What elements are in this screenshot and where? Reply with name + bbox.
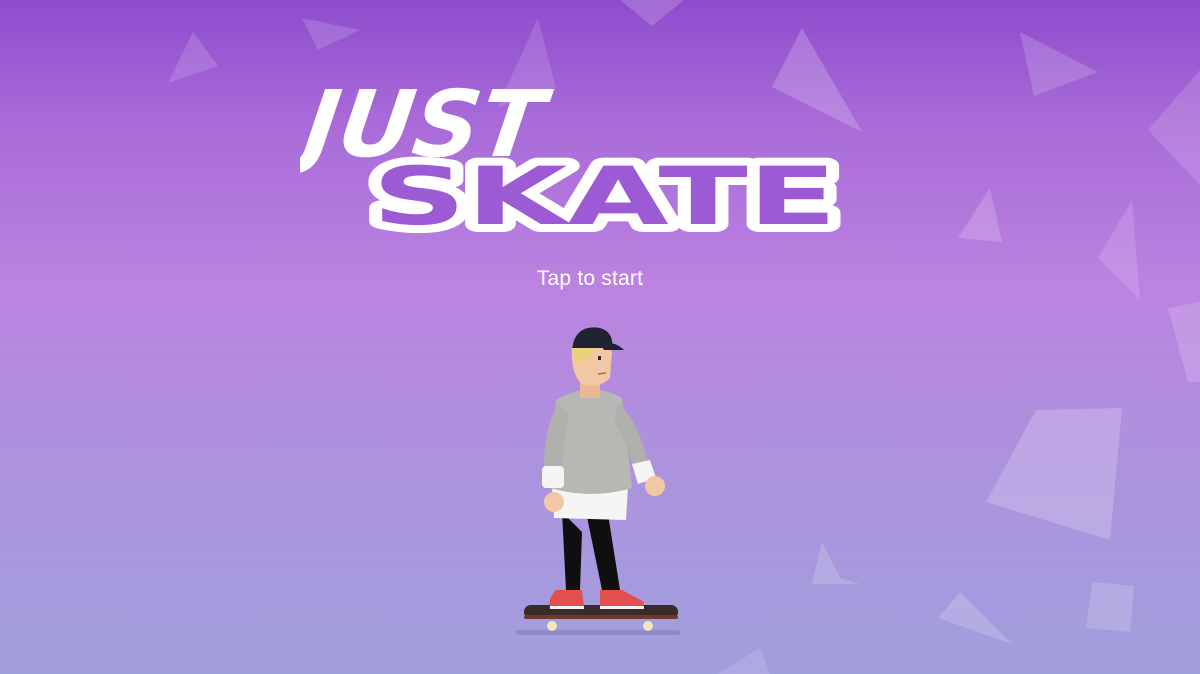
polygon-shard-icon xyxy=(1020,32,1098,96)
polygon-shard-icon xyxy=(1098,200,1140,300)
polygon-shard-icon xyxy=(1086,582,1134,632)
polygon-shard-icon xyxy=(986,408,1122,540)
shoe-right xyxy=(600,590,644,608)
board-shadow xyxy=(516,630,680,635)
pants-right-leg xyxy=(586,512,620,590)
cap-brim xyxy=(600,342,624,350)
polygon-shard-icon xyxy=(812,542,860,584)
polygon-shard-icon xyxy=(958,188,1002,242)
polygon-shard-icon xyxy=(168,32,218,83)
polygon-shard-icon xyxy=(938,592,1012,644)
logo-line-skate: SKATE xyxy=(372,150,837,240)
game-screen[interactable]: JUST SKATE SKATE Tap to start xyxy=(0,0,1200,674)
hand-right xyxy=(645,476,665,496)
polygon-shard-icon xyxy=(620,0,684,26)
polygon-shard-icon xyxy=(718,648,770,674)
pants-left-leg xyxy=(562,512,582,590)
tap-to-start-label: Tap to start xyxy=(536,267,644,290)
polygon-shard-icon xyxy=(1148,70,1200,185)
shoe-left xyxy=(549,590,584,608)
hand-left xyxy=(544,492,564,512)
skater-character-icon[interactable] xyxy=(500,318,700,638)
polygon-shard-icon xyxy=(302,18,360,50)
polygon-shard-icon xyxy=(1168,302,1200,382)
game-title-logo: JUST SKATE SKATE xyxy=(300,70,845,240)
